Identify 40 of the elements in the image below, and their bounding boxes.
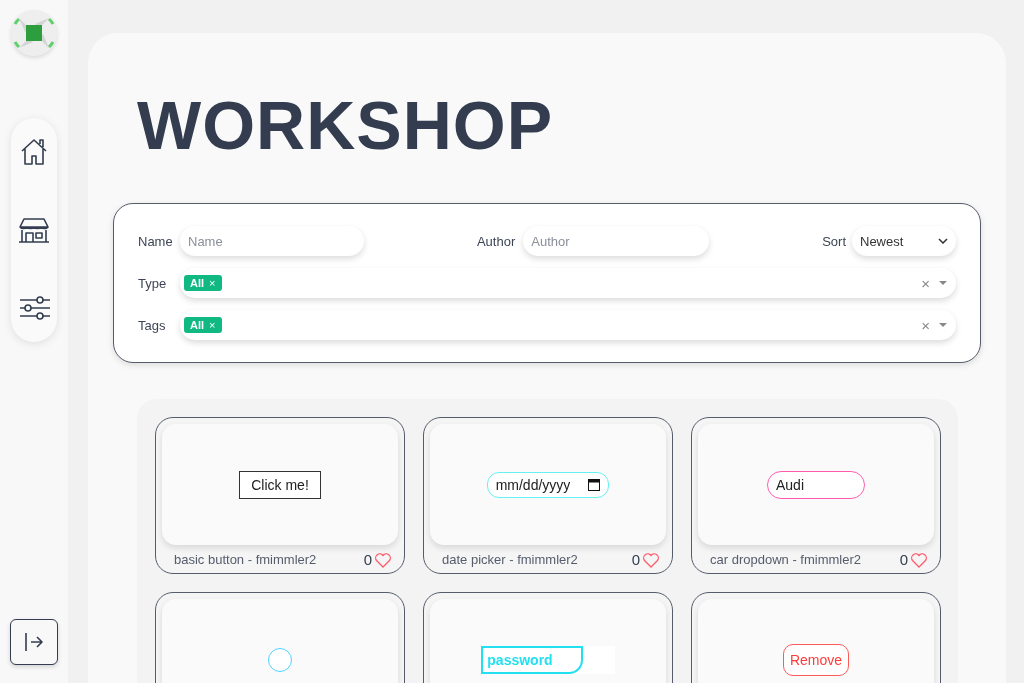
radio-button[interactable] [268,647,292,672]
heart-icon[interactable] [910,551,928,568]
card-caption: car dropdown - fmimmler2 [710,552,861,567]
filter-label: Type [138,275,168,291]
clear-icon[interactable]: × [921,316,930,334]
heart-icon[interactable] [374,551,392,568]
like-count: 0 [899,551,908,568]
multiselect-field[interactable]: All × × [180,268,956,298]
calendar-icon [588,478,601,491]
widget-card[interactable]: mm/dd/yyyy date picker - fmimmler2 0 [423,417,673,574]
filter-label: Author [476,233,516,249]
clear-icon[interactable]: × [921,274,930,292]
card-caption: basic button - fmimmler2 [174,552,317,567]
exit-icon [23,631,45,653]
filter-label: Tags [138,317,167,333]
filter-chip[interactable]: All × [184,317,222,333]
widget-card[interactable]: Click me! basic button - fmimmler2 0 [155,417,405,574]
demo-button[interactable]: Click me! [239,470,321,499]
caret-icon[interactable] [938,322,948,328]
date-field[interactable]: mm/dd/yyyy [486,471,610,498]
chevron-icon [938,238,948,244]
widget-card[interactable]: Audi car dropdown - fmimmler2 0 [691,417,941,574]
heart-icon[interactable] [642,551,660,568]
caret-icon[interactable] [938,280,948,286]
name-field[interactable]: Name [180,226,364,256]
filter-label: Name [138,233,174,249]
author-field[interactable]: Author [523,226,710,256]
like-count: 0 [631,551,640,568]
like-count: 0 [363,551,372,568]
page-title: WORKSHOP [137,86,554,165]
card-caption: date picker - fmimmler2 [442,552,578,567]
sort-dropdown[interactable]: Newest [852,226,956,256]
filter-chip[interactable]: All × [184,275,222,291]
logo-icon[interactable] [11,10,57,56]
multiselect-field[interactable]: All × × [180,310,956,340]
widget-card[interactable]: Remove [691,592,941,683]
filter-label: Sort [822,233,846,249]
dropdown-field[interactable]: Audi [767,470,865,499]
logout-button[interactable] [10,619,58,665]
remove-button[interactable]: Remove [782,643,850,676]
